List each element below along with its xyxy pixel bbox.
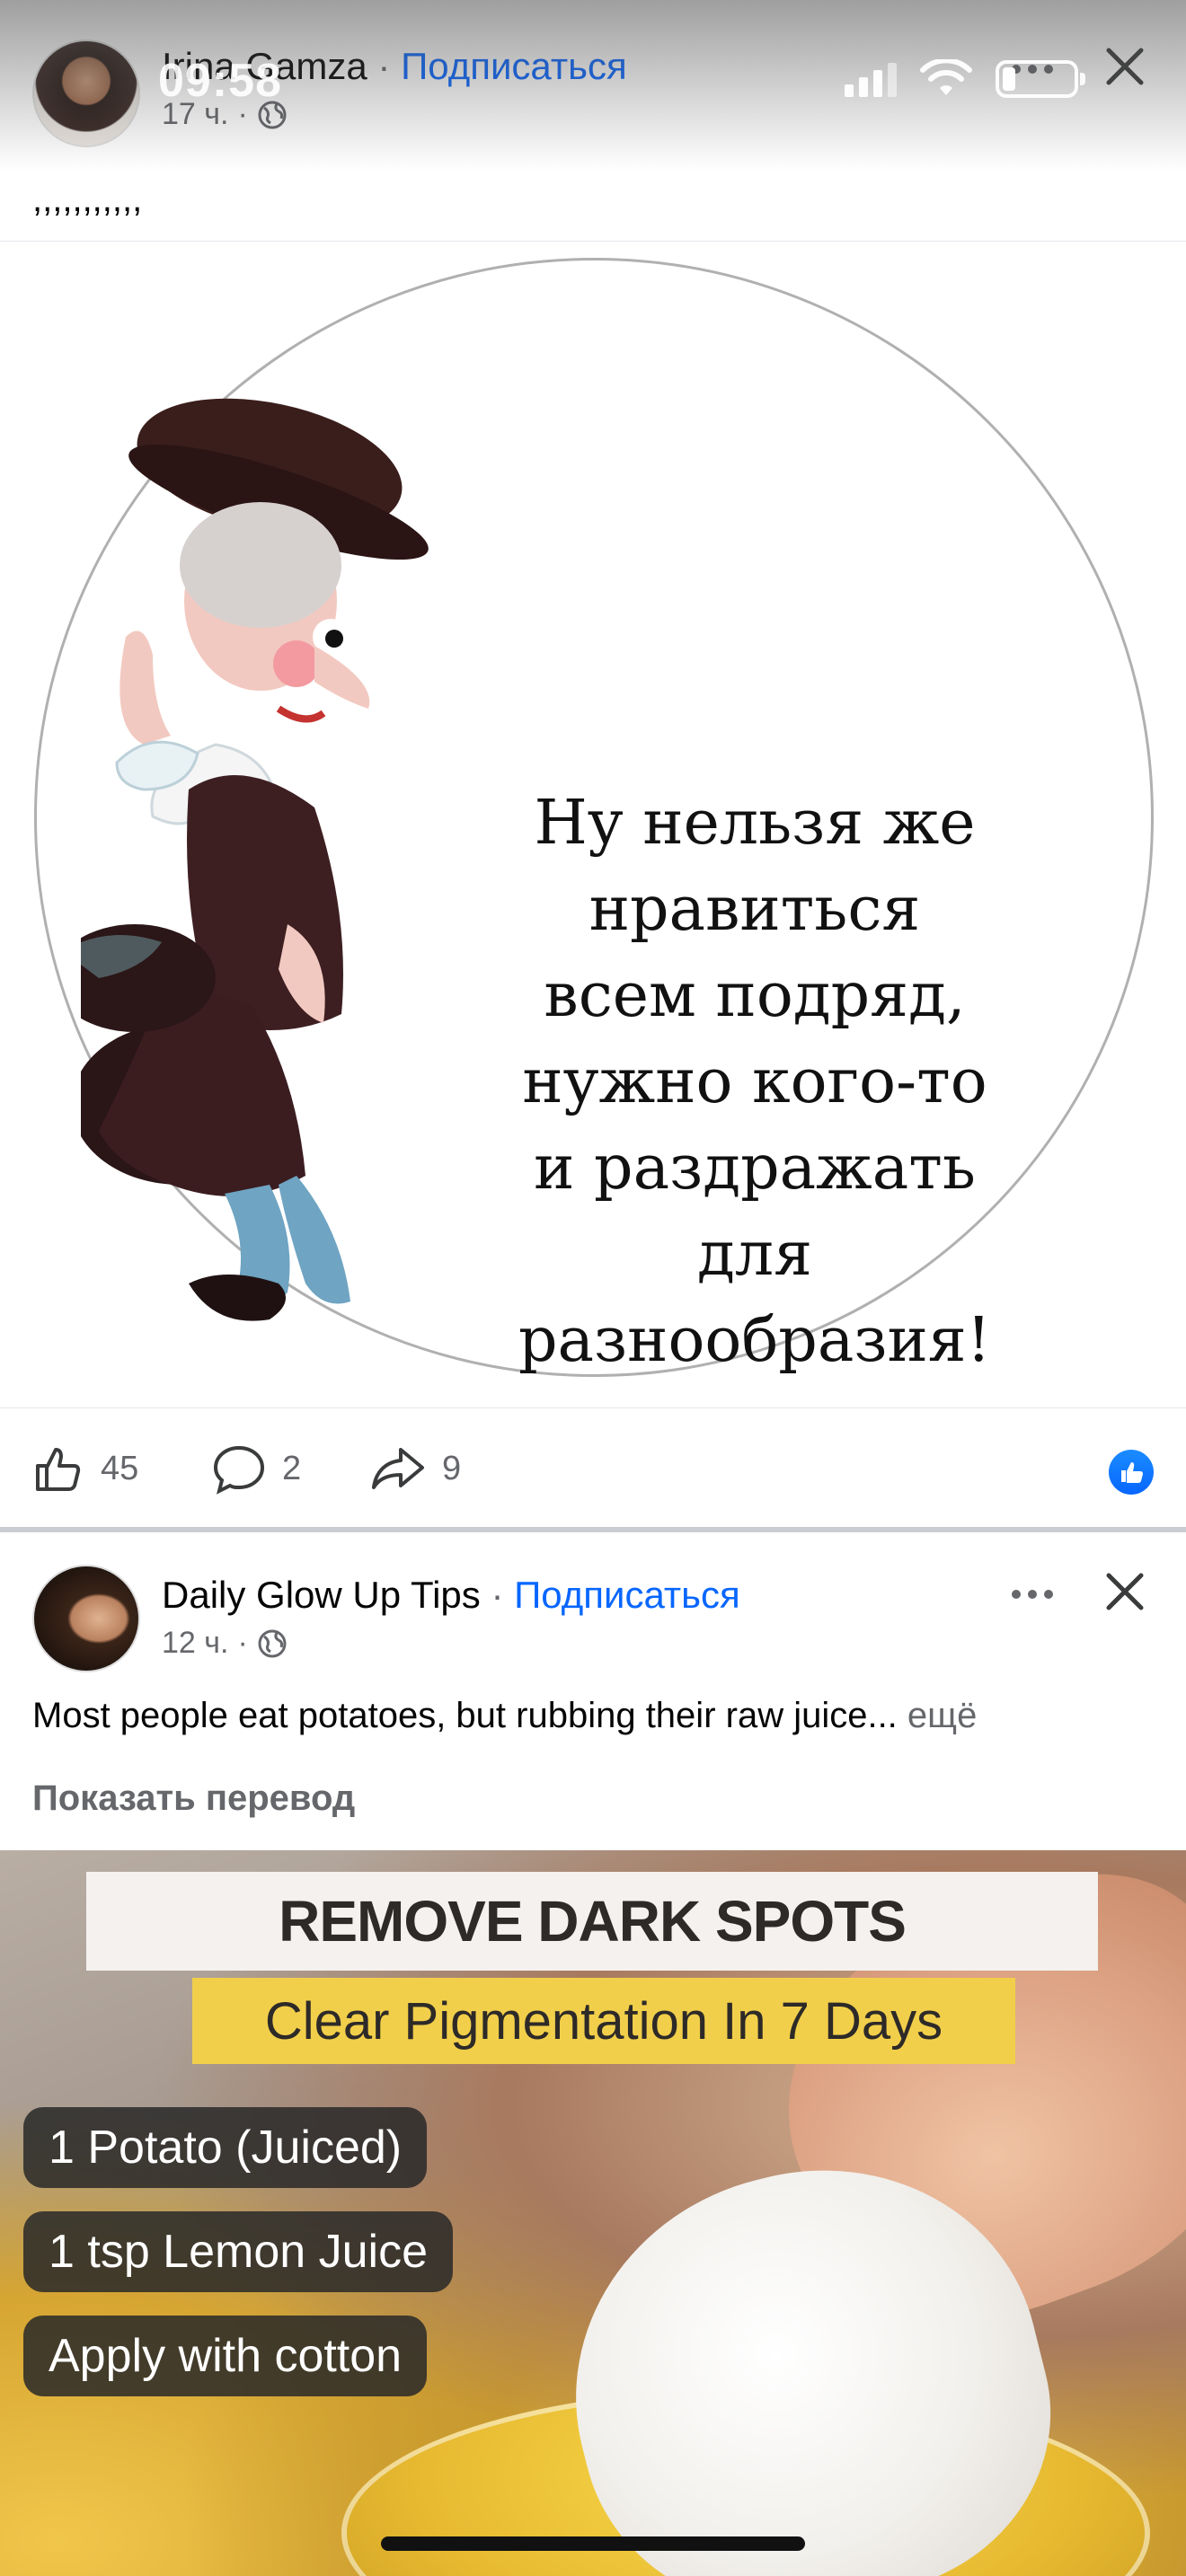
meme-line: всем подряд,: [544, 960, 966, 1031]
meme-line: для: [697, 1219, 812, 1290]
globe-icon: [258, 1629, 287, 1657]
cartoon-character-illustration: [81, 398, 429, 1321]
post-divider: [0, 1527, 1186, 1532]
post-meta: 12 ч. ·: [162, 1626, 288, 1661]
share-icon: [372, 1448, 424, 1489]
post-image[interactable]: REMOVE DARK SPOTS Clear Pigmentation In …: [0, 1850, 1186, 2576]
post-header: Daily Glow Up Tips · Подписаться 12 ч. ·: [0, 1554, 1186, 1689]
thumbs-up-icon: [36, 1448, 81, 1491]
author-avatar[interactable]: [32, 40, 140, 147]
blue-thumbs-up-icon: [1121, 1462, 1143, 1483]
step-label: 1 Potato (Juiced): [23, 2107, 428, 2188]
meme-line: нужно кого-то: [522, 1046, 987, 1117]
comment-button[interactable]: 2: [212, 1442, 301, 1495]
author-line: Daily Glow Up Tips · Подписаться: [162, 1574, 740, 1617]
step-label: Apply with cotton: [23, 2316, 428, 2396]
separator: ·: [491, 1574, 504, 1616]
post-time[interactable]: 17 ч.: [162, 97, 228, 132]
subscribe-link[interactable]: Подписаться: [514, 1574, 740, 1616]
globe-icon: [258, 101, 287, 128]
post-header: Irina Gamza · Подписаться 17 ч. ·: [0, 27, 1186, 162]
comment-icon: [213, 1445, 265, 1495]
image-subtitle: Clear Pigmentation In 7 Days: [192, 1978, 1015, 2064]
author-name[interactable]: Daily Glow Up Tips: [162, 1574, 481, 1616]
meme-caption: Ну нельзя же нравиться всем подряд, нужн…: [467, 781, 1042, 1384]
share-count: 9: [442, 1449, 462, 1487]
image-title: REMOVE DARK SPOTS: [86, 1872, 1098, 1971]
reactions-bar: 45 2 9: [0, 1408, 1186, 1527]
more-options-icon[interactable]: [1012, 65, 1053, 74]
step-label: 1 tsp Lemon Juice: [23, 2211, 454, 2292]
post-image[interactable]: Ну нельзя же нравиться всем подряд, нужн…: [0, 241, 1186, 1408]
meta-separator: ·: [237, 1626, 248, 1660]
more-options-icon[interactable]: [1012, 1590, 1053, 1599]
author-avatar[interactable]: [32, 1565, 140, 1672]
home-indicator[interactable]: [381, 2536, 805, 2551]
post-meta: 17 ч. ·: [162, 97, 288, 132]
post-text: ,,,,,,,,,,,: [32, 180, 143, 219]
post-text-body: Most people eat potatoes, but rubbing th…: [32, 1696, 898, 1735]
comment-count: 2: [282, 1449, 302, 1487]
like-count: 45: [101, 1449, 139, 1487]
meta-separator: ·: [237, 97, 248, 131]
meme-line: и раздражать: [534, 1133, 976, 1204]
subscribe-link[interactable]: Подписаться: [401, 45, 627, 87]
see-more-link[interactable]: ещё: [907, 1696, 977, 1735]
close-icon[interactable]: [1103, 1570, 1146, 1613]
feed-screen: 09:58 Irina Gamza · Подписаться 17 ч. ·: [0, 0, 1186, 2576]
like-button[interactable]: 45: [32, 1442, 138, 1495]
meme-line: разнообразия!: [518, 1305, 991, 1376]
author-name[interactable]: Irina Gamza: [162, 45, 367, 87]
meme-line: Ну нельзя же: [534, 788, 976, 859]
meme-line: нравиться: [589, 874, 921, 945]
post-text: Most people eat potatoes, but rubbing th…: [32, 1696, 977, 1736]
like-reaction-badge[interactable]: [1109, 1450, 1154, 1495]
share-button[interactable]: 9: [370, 1442, 461, 1495]
post-time[interactable]: 12 ч.: [162, 1626, 228, 1661]
author-line: Irina Gamza · Подписаться: [162, 45, 627, 88]
separator: ·: [377, 45, 391, 87]
show-translation-link[interactable]: Показать перевод: [32, 1778, 355, 1819]
close-icon[interactable]: [1103, 45, 1146, 88]
